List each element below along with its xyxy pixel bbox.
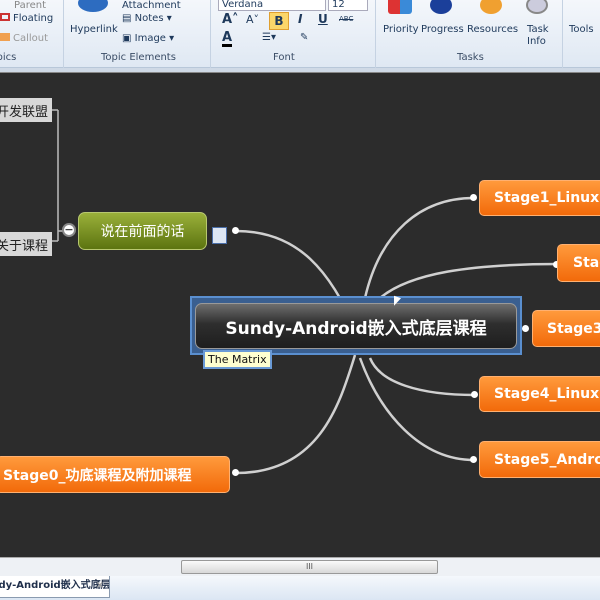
task-info-button[interactable]: Task Info (527, 24, 551, 48)
connector-dot (471, 391, 478, 398)
connector-stage5 (358, 357, 475, 462)
topic-label: Stage0_功底课程及附加课程 (3, 467, 192, 484)
callout-label: Callout (13, 33, 49, 44)
priority-icon (388, 0, 412, 14)
floating-button[interactable]: Floating (0, 13, 53, 24)
connector-stage0 (235, 354, 357, 475)
notes-button[interactable]: ▤ Notes ▾ (122, 13, 172, 24)
connector-stage1 (363, 196, 475, 299)
image-label: Image (134, 33, 166, 44)
close-tab-icon[interactable]: × (96, 576, 104, 596)
horizontal-scrollbar[interactable]: III (0, 557, 600, 576)
font-color-button[interactable]: A (222, 31, 233, 47)
progress-icon (430, 0, 452, 14)
callout-icon (0, 33, 10, 41)
topic-intro[interactable]: 说在前面的话 (78, 212, 207, 250)
topic-label: Stage4_Linux (494, 386, 600, 402)
connector-dot (470, 194, 477, 201)
progress-button[interactable]: Progress (421, 24, 464, 35)
topics-group-label: Topics (0, 52, 17, 63)
topic-label: 说在前面的话 (100, 224, 185, 240)
topic-label: Stage1_Linux (494, 190, 600, 206)
align-button[interactable]: ☰▾ (262, 32, 276, 43)
callout-button[interactable]: Callout (0, 33, 48, 44)
connector-dot (232, 469, 239, 476)
bold-button[interactable]: B (269, 12, 289, 30)
topic-label: Stage2 (573, 255, 600, 271)
task-info-icon (526, 0, 548, 14)
font-group-label: Font (273, 52, 295, 63)
italic-button[interactable]: I (298, 12, 302, 26)
connector-dot (470, 456, 477, 463)
font-size-value: 12 (332, 0, 345, 10)
floating-icon (0, 13, 10, 21)
parent-button[interactable]: Parent (14, 0, 46, 11)
notes-label: Notes (134, 13, 164, 24)
topic-label: Stage3 (547, 320, 600, 337)
scrollbar-thumb[interactable]: III (181, 560, 438, 574)
notes-icon[interactable] (212, 227, 227, 244)
topic-elements-group-label: Topic Elements (101, 52, 176, 63)
font-family-select[interactable]: Verdana (218, 0, 326, 11)
connector-dot (522, 325, 529, 332)
tooltip: The Matrix (203, 350, 272, 369)
topic-stage2[interactable]: Stage2 (557, 244, 600, 282)
document-tab-bar: Sundy-Android嵌入式底层课程× (0, 576, 600, 600)
floating-label: Floating (13, 13, 54, 24)
strikethrough-button[interactable]: ABC (339, 15, 353, 23)
font-family-value: Verdana (222, 0, 264, 10)
central-topic-selection[interactable]: Sundy-Android嵌入式底层课程 (190, 296, 522, 355)
subtopic-about-course[interactable]: 关于课程 (0, 232, 52, 256)
topic-stage4[interactable]: Stage4_Linux (479, 376, 600, 412)
underline-button[interactable]: U (318, 12, 328, 26)
connector-stage2 (379, 262, 561, 299)
collapse-button[interactable]: − (62, 223, 76, 237)
document-tab[interactable]: Sundy-Android嵌入式底层课程× (0, 576, 110, 598)
subtopic-dev-alliance[interactable]: 开发联盟 (0, 98, 52, 122)
topic-stage0[interactable]: Stage0_功底课程及附加课程 (0, 456, 230, 493)
connector-stage4 (368, 357, 476, 397)
resources-icon (480, 0, 502, 14)
subtopic-label: 关于课程 (0, 238, 48, 254)
ribbon: Parent Floating Callout Topics Hyperlink… (0, 0, 600, 68)
font-size-select[interactable]: 12 (328, 0, 368, 11)
resources-button[interactable]: Resources (467, 24, 518, 35)
priority-button[interactable]: Priority (383, 24, 419, 35)
hyperlink-icon (78, 0, 108, 12)
attachment-button[interactable]: Attachment (122, 0, 181, 11)
tools-button[interactable]: Tools (569, 24, 594, 35)
mouse-cursor-icon (394, 295, 401, 309)
image-button[interactable]: ▣ Image ▾ (122, 33, 174, 44)
topic-stage3[interactable]: Stage3 (532, 310, 600, 347)
grow-font-button[interactable]: A˄ (222, 12, 239, 27)
subtopic-bracket (52, 109, 70, 242)
shrink-font-button[interactable]: A˅ (246, 13, 259, 26)
topic-stage1[interactable]: Stage1_Linux (479, 180, 600, 216)
connector-dot (232, 227, 239, 234)
topic-label: Stage5_Android (494, 451, 600, 468)
central-topic[interactable]: Sundy-Android嵌入式底层课程 (195, 303, 517, 349)
topic-stage5[interactable]: Stage5_Android (479, 441, 600, 478)
subtopic-label: 开发联盟 (0, 104, 48, 120)
central-topic-label: Sundy-Android嵌入式底层课程 (225, 318, 487, 339)
tasks-group-label: Tasks (457, 52, 484, 63)
format-painter-icon[interactable]: ✎ (300, 32, 308, 43)
hyperlink-button[interactable]: Hyperlink (70, 24, 118, 35)
tab-label: Sundy-Android嵌入式底层课程 (0, 580, 110, 591)
map-canvas[interactable]: 开发联盟 关于课程 − 说在前面的话 Sundy-Android嵌入式底层课程 … (0, 73, 600, 557)
